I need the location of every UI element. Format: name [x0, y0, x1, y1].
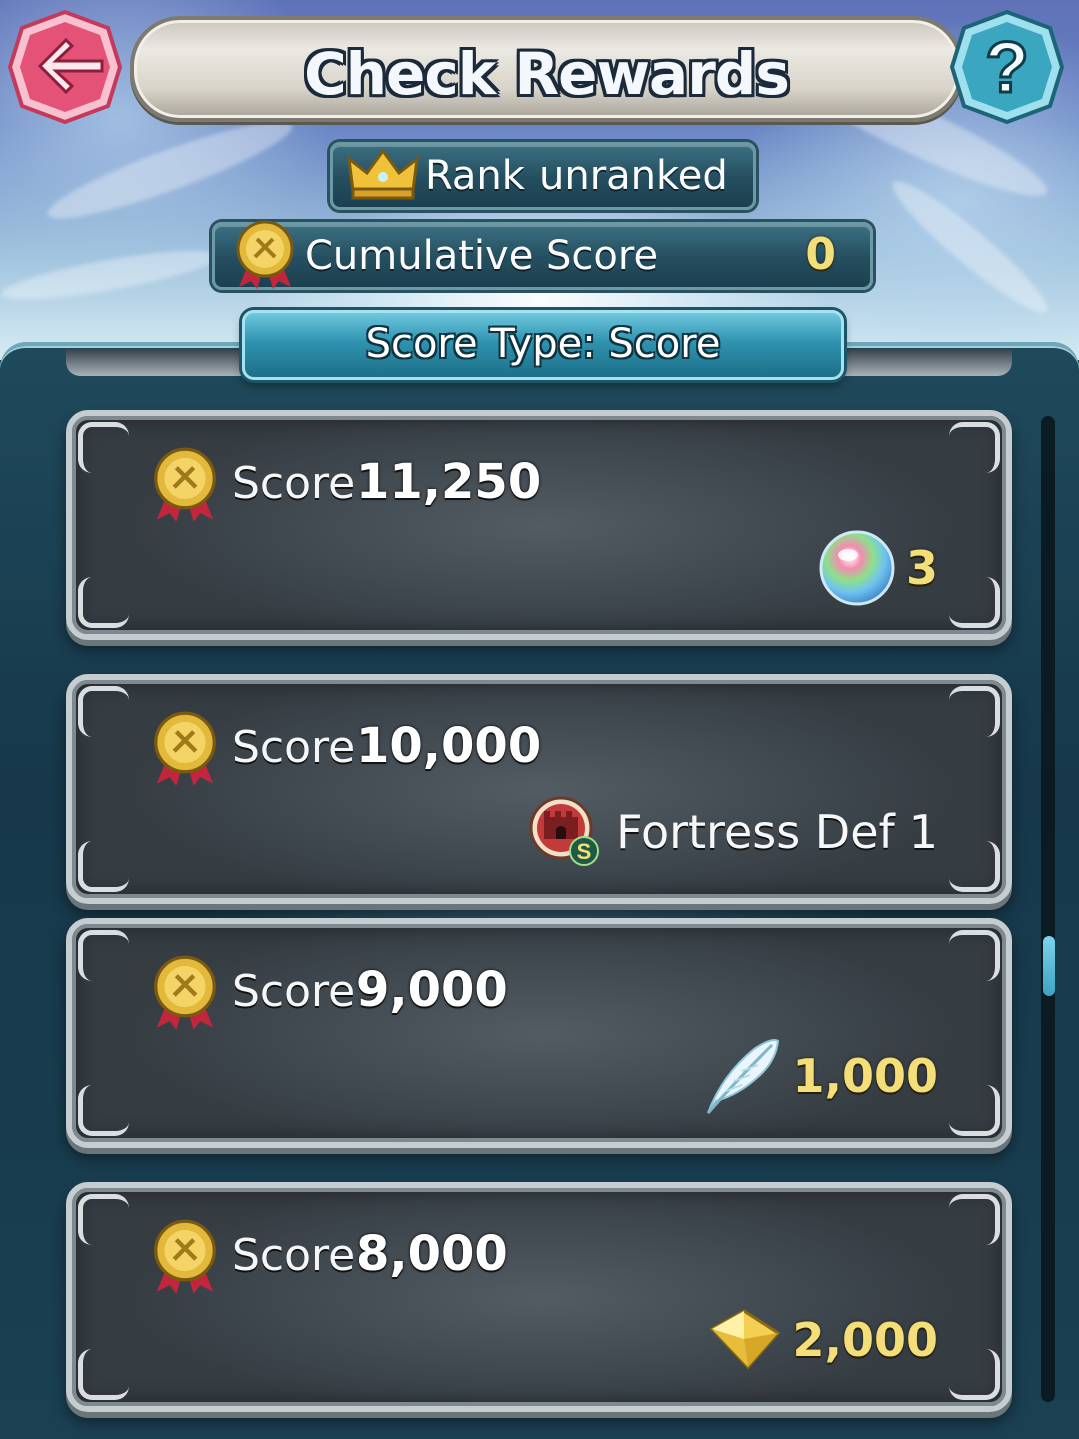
reward-item: 1,000 [702, 1036, 938, 1116]
title-bar: Check Rewards [130, 16, 963, 122]
medal-icon [154, 711, 216, 786]
scrollbar-track[interactable] [1041, 416, 1055, 1402]
medal-icon [154, 447, 216, 522]
score-label: Score [232, 966, 356, 1017]
reward-item: S Fortress Def 1 [528, 792, 938, 872]
reward-name: Fortress Def [616, 805, 895, 859]
crown-icon [347, 148, 419, 200]
medal-icon [154, 1219, 216, 1294]
score-label: Score [232, 1230, 356, 1281]
help-question-icon: ? [949, 9, 1065, 125]
score-threshold: 11,250 [356, 454, 542, 510]
score-threshold: 8,000 [356, 1226, 508, 1282]
score-label: Score [232, 458, 356, 509]
svg-text:?: ? [985, 28, 1029, 108]
fortress-seal-icon: S [529, 796, 600, 866]
cumulative-score-label: Cumulative Score [305, 233, 659, 279]
help-button[interactable]: ? [948, 8, 1066, 126]
reward-card: Score 8,000 2,000 [66, 1182, 1012, 1412]
cumulative-score-value: 0 [805, 229, 836, 280]
back-arrow-icon [7, 9, 123, 125]
score-label: Score [232, 722, 356, 773]
back-button[interactable] [6, 8, 124, 126]
cumulative-score-plate: Cumulative Score 0 [212, 220, 873, 290]
reward-quantity: 1 [908, 805, 938, 859]
scrollbar-thumb[interactable] [1043, 936, 1055, 996]
reward-quantity: 1,000 [792, 1049, 938, 1103]
rank-label: Rank [425, 153, 525, 199]
orb-icon [819, 530, 895, 606]
feather-icon [707, 1039, 780, 1114]
reward-quantity: 2,000 [792, 1313, 938, 1367]
rank-plate: Rank unranked [330, 142, 756, 210]
score-type-selector[interactable]: Score Type: Score [242, 310, 844, 380]
page-title: Check Rewards [304, 40, 790, 108]
reward-item: 3 [818, 528, 938, 608]
score-type-label: Score Type: Score [365, 321, 721, 367]
rank-value: unranked [539, 153, 728, 199]
svg-text:S: S [577, 839, 592, 864]
reward-card: Score 9,000 1,000 [66, 918, 1012, 1148]
medal-icon [236, 220, 294, 289]
medal-icon [154, 955, 216, 1030]
reward-card: Score 10,000 S Fortress Def 1 [66, 674, 1012, 904]
score-threshold: 9,000 [356, 962, 508, 1018]
crystal-icon [710, 1309, 781, 1370]
reward-quantity: 3 [905, 541, 938, 595]
reward-card: Score 11,250 3 [66, 410, 1012, 640]
reward-item: 2,000 [708, 1300, 938, 1380]
score-threshold: 10,000 [356, 718, 542, 774]
